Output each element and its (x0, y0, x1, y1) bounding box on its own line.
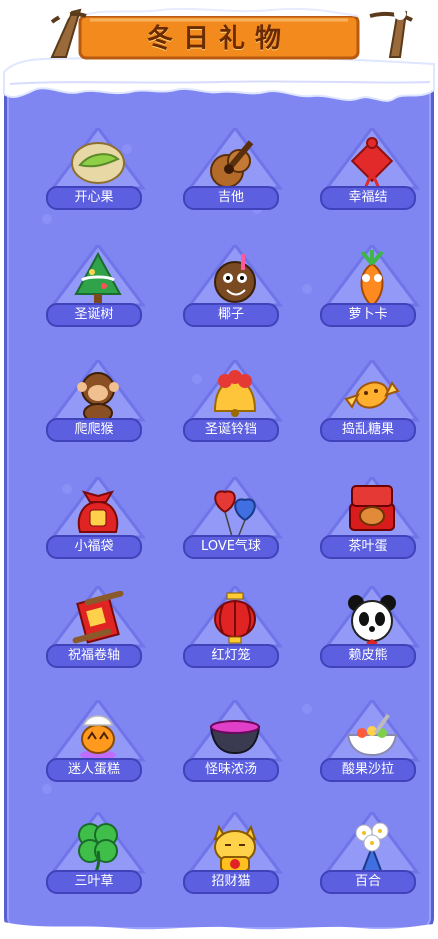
gift-label: 吉他 (183, 186, 279, 210)
gift-label: 小福袋 (46, 535, 142, 559)
gift-item-cake[interactable]: 迷人蛋糕 (38, 700, 158, 800)
love-balloon-icon (214, 490, 256, 541)
christmas-tree-icon (74, 251, 122, 304)
gift-label: 开心果 (46, 186, 142, 210)
gift-item-guitar[interactable]: 吉他 (175, 128, 295, 228)
gift-label: 椰子 (183, 303, 279, 327)
gift-label: 圣诞树 (46, 303, 142, 327)
gift-label: 萝卜卡 (320, 303, 416, 327)
gift-label: 酸果沙拉 (320, 758, 416, 782)
gift-label: 茶叶蛋 (320, 535, 416, 559)
red-lantern-icon (214, 592, 256, 644)
gift-item-tea-egg[interactable]: 茶叶蛋 (312, 477, 432, 577)
gift-item-chinese-knot[interactable]: 幸福结 (312, 128, 432, 228)
christmas-bell-icon (213, 370, 257, 417)
gift-label: 赖皮熊 (320, 644, 416, 668)
gift-label: 圣诞铃铛 (183, 418, 279, 442)
gift-label: 招财猫 (183, 870, 279, 894)
blessing-scroll-icon (72, 591, 124, 644)
pistachio-icon (71, 142, 125, 184)
gift-item-carrot-card[interactable]: 萝卜卡 (312, 245, 432, 345)
gift-label: 幸福结 (320, 186, 416, 210)
tea-egg-icon (349, 485, 395, 531)
gift-grid: 开心果 吉他 幸福结 圣诞树 椰子 萝卜卡 爬爬猴 圣诞铃铛 捣乱糖果 小福袋 … (0, 0, 438, 939)
guitar-icon (210, 140, 254, 188)
gift-label: 怪味浓汤 (183, 758, 279, 782)
gift-item-candy[interactable]: 捣乱糖果 (312, 360, 432, 460)
gift-label: 百合 (320, 870, 416, 894)
gift-label: 祝福卷轴 (46, 644, 142, 668)
monkey-icon (77, 372, 119, 423)
gift-item-red-lantern[interactable]: 红灯笼 (175, 586, 295, 686)
carrot-card-icon (360, 250, 384, 308)
clover-icon (78, 823, 118, 876)
candy-icon (344, 381, 400, 409)
gift-item-blessing-scroll[interactable]: 祝福卷轴 (38, 586, 158, 686)
gift-item-love-balloon[interactable]: LOVE气球 (175, 477, 295, 577)
gift-item-christmas-tree[interactable]: 圣诞树 (38, 245, 158, 345)
bottom-snow (4, 922, 434, 938)
gift-item-lucky-cat[interactable]: 招财猫 (175, 812, 295, 912)
gift-item-lily[interactable]: 百合 (312, 812, 432, 912)
gift-item-coconut[interactable]: 椰子 (175, 245, 295, 345)
gift-item-panda[interactable]: 赖皮熊 (312, 586, 432, 686)
cake-icon (80, 715, 116, 760)
gift-label: 爬爬猴 (46, 418, 142, 442)
gift-label: 迷人蛋糕 (46, 758, 142, 782)
gift-item-lucky-bag[interactable]: 小福袋 (38, 477, 158, 577)
gift-label: 捣乱糖果 (320, 418, 416, 442)
lucky-cat-icon (213, 824, 257, 872)
gift-label: LOVE气球 (183, 535, 279, 559)
soup-icon (209, 720, 261, 755)
gift-item-clover[interactable]: 三叶草 (38, 812, 158, 912)
gift-item-monkey[interactable]: 爬爬猴 (38, 360, 158, 460)
gift-item-christmas-bell[interactable]: 圣诞铃铛 (175, 360, 295, 460)
chinese-knot-icon (350, 137, 394, 192)
lily-icon (355, 822, 389, 874)
gift-item-salad[interactable]: 酸果沙拉 (312, 700, 432, 800)
coconut-icon (214, 254, 256, 303)
lucky-bag-icon (77, 490, 119, 533)
salad-icon (346, 713, 398, 757)
panda-icon (348, 595, 396, 647)
gift-item-pistachio[interactable]: 开心果 (38, 128, 158, 228)
gift-label: 红灯笼 (183, 644, 279, 668)
gift-label: 三叶草 (46, 870, 142, 894)
gift-item-soup[interactable]: 怪味浓汤 (175, 700, 295, 800)
